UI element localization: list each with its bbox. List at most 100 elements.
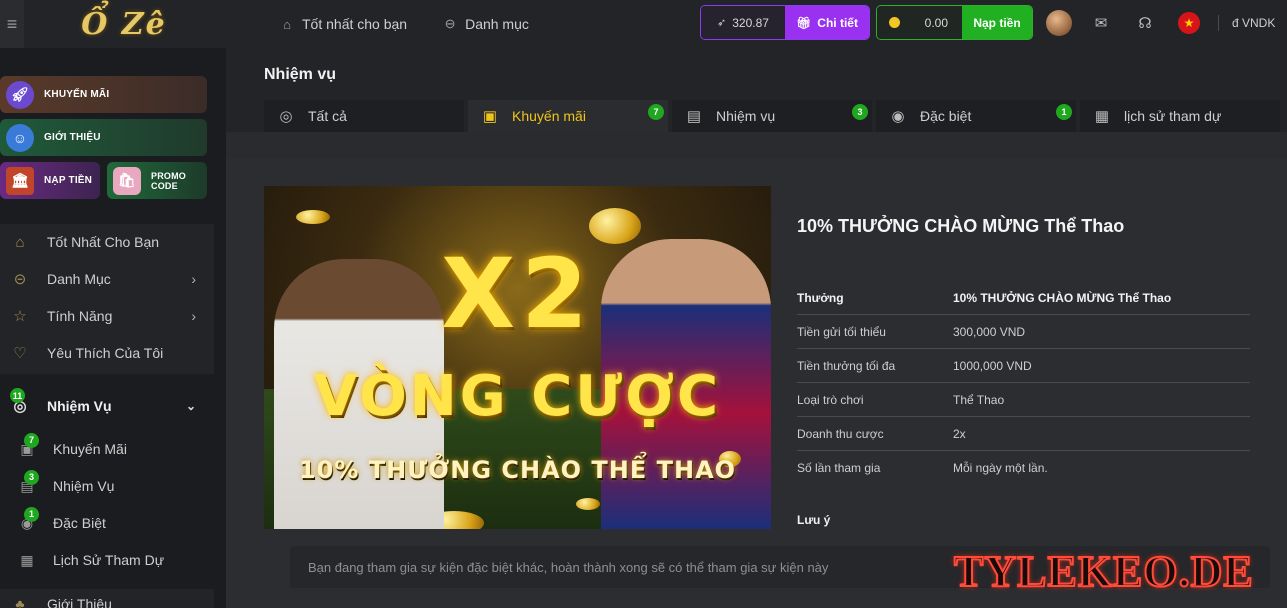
chevron-right-icon: ›	[191, 308, 196, 324]
sidebar-item-label: Tốt Nhất Cho Bạn	[47, 234, 160, 250]
divider	[1218, 15, 1219, 31]
deposit-button[interactable]: Nạp tiền	[962, 6, 1032, 39]
sidebar-subitem-special[interactable]: ◉ 1 Đặc Biệt	[0, 505, 214, 541]
promo-button-khuyen-mai[interactable]: 🚀︎ KHUYẾN MÃI	[0, 76, 207, 113]
sidebar-subitem-tasks[interactable]: ▤ 3 Nhiệm Vụ	[0, 468, 214, 504]
gold-coin	[576, 498, 600, 510]
tab-special[interactable]: ◉ Đặc biệt 1	[876, 100, 1076, 132]
promo-code-line1: PROMO	[151, 170, 187, 181]
table-row: Tiền gửi tối thiểu 300,000 VND	[797, 315, 1250, 349]
table-row: Doanh thu cược 2x	[797, 417, 1250, 451]
tab-count-badge: 7	[648, 104, 664, 120]
tab-tasks[interactable]: ▤ Nhiệm vụ 3	[672, 100, 872, 132]
banner-line3: 10% THƯỞNG CHÀO THỂ THAO	[298, 456, 737, 484]
target-icon: ◉	[891, 108, 905, 125]
promo-code-button[interactable]: 🛍︎ PROMO CODE	[107, 162, 207, 199]
referral-icon: ☺	[6, 123, 34, 152]
row-key: Số lần tham gia	[797, 461, 881, 475]
home-icon: ⌂	[283, 16, 291, 32]
sidebar-subitem-history[interactable]: ▦ Lịch Sử Tham Dự	[0, 542, 214, 578]
top-nav: ⌂ Tốt nhất cho bạn ⊖ Danh mục	[278, 16, 563, 32]
promo-title: 10% THƯỞNG CHÀO MỪNG Thể Thao	[797, 216, 1125, 236]
balance-details-button[interactable]: 🎁︎ Chi tiết	[785, 6, 869, 39]
row-key: Tiền gửi tối thiểu	[797, 324, 886, 339]
row-value: Thể Thao	[953, 392, 1005, 407]
sidebar-item-favorites[interactable]: ♡ Yêu Thích Của Tôi	[0, 335, 214, 371]
history-list-icon: ▦	[20, 551, 34, 568]
target-icon: ◉ 1	[18, 506, 39, 532]
sidebar-item-label: Lịch Sử Tham Dự	[53, 552, 165, 568]
tab-all[interactable]: ◎ Tất cả	[264, 100, 464, 132]
sidebar: 🚀︎ KHUYẾN MÃI ☺ GIỚI THIỆU 🏛︎ NẠP TIỀN 🛍…	[0, 48, 214, 608]
site-logo[interactable]: Ổ Zê	[24, 0, 224, 48]
tab-label: Nhiệm vụ	[716, 108, 776, 124]
top-nav-best-for-you[interactable]: ⌂ Tốt nhất cho bạn	[278, 16, 407, 32]
top-nav-label: Tốt nhất cho bạn	[302, 16, 408, 32]
star-icon: ☆	[13, 308, 27, 325]
chevron-right-icon: ›	[191, 271, 196, 287]
sidebar-item-features[interactable]: ☆ Tính Năng ›	[0, 298, 214, 334]
promo-details: 10% THƯỞNG CHÀO MỪNG Thể Thao Thưởng 10%…	[797, 186, 1252, 527]
home-icon: ⌂	[15, 233, 25, 251]
row-key: Doanh thu cược	[797, 426, 884, 441]
table-row: Thưởng 10% THƯỞNG CHÀO MỪNG Thể Thao	[797, 281, 1250, 315]
coin-value: 0.00	[924, 15, 948, 30]
gift-bag-icon: 🛍︎	[113, 166, 141, 195]
coin-widget: 0.00 Nạp tiền	[876, 5, 1033, 40]
target-icon: ◎	[279, 108, 293, 125]
watermark-logo: TYLEKEO.DE	[953, 546, 1254, 597]
row-value: 300,000 VND	[953, 324, 1026, 339]
vietnam-flag-icon[interactable]: ★	[1178, 12, 1200, 34]
rocket-icon: 🚀︎	[6, 80, 34, 109]
table-row: Loại trò chơi Thể Thao	[797, 383, 1250, 417]
divider-strip	[226, 132, 1287, 158]
tab-count-badge: 1	[1056, 104, 1072, 120]
promo-button-nap-tien[interactable]: 🏛︎ NẠP TIỀN	[0, 162, 100, 199]
sidebar-item-tasks[interactable]: ◎ 11 Nhiệm Vụ ⌄	[0, 388, 214, 423]
promo-code-label: PROMO CODE	[151, 171, 186, 191]
app-root: ≡ Ổ Zê ⌂ Tốt nhất cho bạn ⊖ Danh mục ➶ 3…	[0, 0, 1287, 608]
history-list-icon: ▦	[1094, 108, 1110, 125]
promo-banner-image: X2 VÒNG CƯỢC 10% THƯỞNG CHÀO THỂ THAO	[264, 186, 771, 529]
sidebar-item-label: Nhiệm Vụ	[53, 478, 115, 494]
coin-value-box: 0.00	[877, 6, 962, 39]
tab-history[interactable]: ▦ lịch sử tham dự	[1080, 100, 1280, 132]
gold-coin	[296, 210, 330, 224]
sidebar-item-categories[interactable]: ⊝ Danh Mục ›	[0, 261, 214, 297]
tab-bar: ◎ Tất cả ▣ Khuyến mãi 7 ▤ Nhiệm vụ 3 ◉ Đ…	[264, 100, 1284, 132]
page-title: Nhiệm vụ	[264, 66, 337, 83]
target-icon: ◎ 11	[10, 388, 30, 415]
table-row: Tiền thưởng tối đa 1000,000 VND	[797, 349, 1250, 383]
balance-details-label: Chi tiết	[817, 15, 858, 30]
currency-label[interactable]: đ VNDK	[1232, 16, 1275, 30]
balance-value: 320.87	[732, 15, 769, 30]
sidebar-subitem-promotions[interactable]: ▣ 7 Khuyến Mãi	[0, 431, 214, 467]
sidebar-tasks: ◎ 11 Nhiệm Vụ ⌄ ▣ 7 Khuyến Mãi ▤ 3 Nhiệm Vụ…	[0, 383, 214, 588]
row-value: 10% THƯỞNG CHÀO MỪNG Thể Thao	[953, 290, 1172, 305]
banner-headline: X2	[441, 238, 594, 350]
count-badge: 7	[24, 432, 39, 448]
gift-icon: ▣ 7	[18, 432, 39, 458]
hamburger-menu-icon[interactable]: ≡	[0, 0, 24, 48]
banner-line2: VÒNG CƯỢC	[313, 364, 722, 429]
tab-promotions[interactable]: ▣ Khuyến mãi 7	[468, 100, 668, 132]
referral-icon: ♣	[15, 596, 25, 608]
row-key: Thưởng	[797, 290, 844, 305]
sidebar-item-label: Khuyến Mãi	[53, 441, 127, 457]
clipboard-icon: ▤ 3	[18, 469, 39, 495]
count-badge: 1	[24, 506, 39, 522]
top-nav-categories[interactable]: ⊖ Danh mục	[441, 16, 529, 32]
mail-icon[interactable]: ✉	[1090, 12, 1112, 34]
sidebar-menu: ⌂ Tốt Nhất Cho Bạn ⊝ Danh Mục › ☆ Tính N…	[0, 224, 214, 374]
sidebar-item-best-for-you[interactable]: ⌂ Tốt Nhất Cho Bạn	[0, 224, 214, 260]
page-header: Nhiệm vụ ◎ Tất cả ▣ Khuyến mãi 7 ▤ Nhiệm…	[226, 48, 1287, 132]
tab-label: Đặc biệt	[920, 108, 972, 124]
promo-button-gioi-thieu[interactable]: ☺ GIỚI THIỆU	[0, 119, 207, 156]
main-content: Nhiệm vụ ◎ Tất cả ▣ Khuyến mãi 7 ▤ Nhiệm…	[226, 48, 1287, 608]
tasks-badge: 11	[10, 388, 25, 403]
sidebar-item-referral[interactable]: ♣ Giới Thiệu	[0, 589, 214, 608]
top-bar: ≡ Ổ Zê ⌂ Tốt nhất cho bạn ⊖ Danh mục ➶ 3…	[0, 0, 1287, 48]
note-label: Lưu ý	[797, 513, 831, 527]
support-headset-icon[interactable]: ☊	[1134, 12, 1156, 34]
avatar[interactable]	[1046, 10, 1072, 36]
